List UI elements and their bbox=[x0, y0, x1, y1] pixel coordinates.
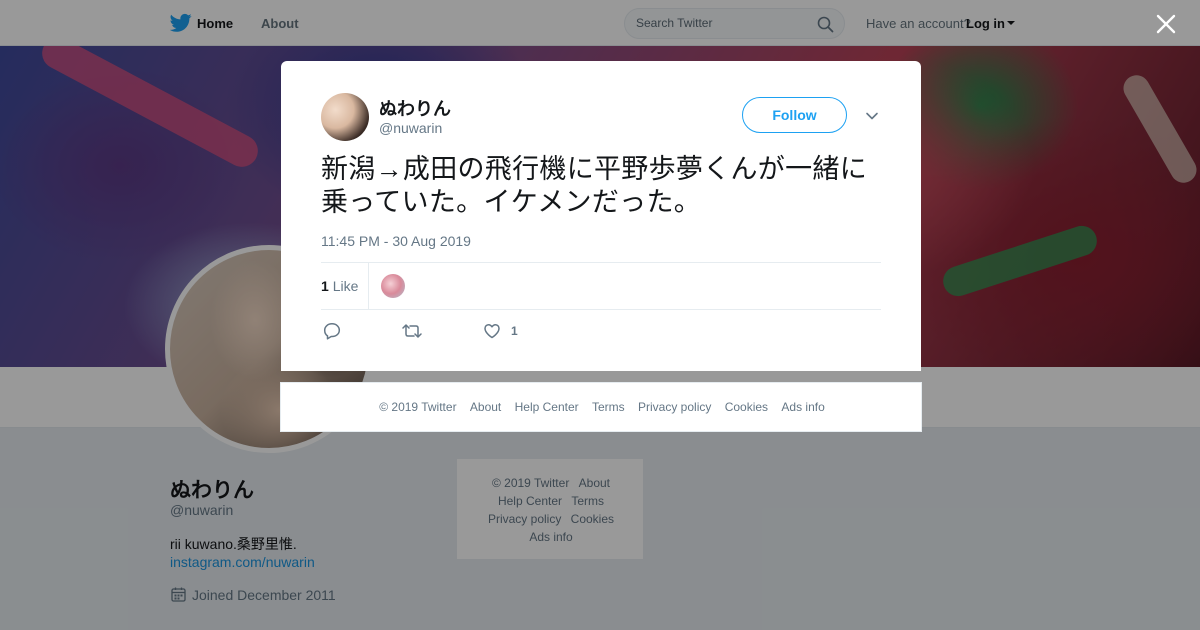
retweet-icon[interactable] bbox=[402, 322, 422, 340]
divider bbox=[321, 309, 881, 310]
like-action-count: 1 bbox=[511, 324, 518, 338]
tweet-author-handle[interactable]: @nuwarin bbox=[379, 120, 442, 136]
tweet-modal: ぬわりん @nuwarin Follow 新潟→成田の飛行機に平野歩夢くんが一緒… bbox=[281, 61, 921, 371]
footer-link-terms[interactable]: Terms bbox=[592, 400, 625, 414]
follow-button[interactable]: Follow bbox=[742, 97, 847, 133]
modal-footer: © 2019 Twitter About Help Center Terms P… bbox=[280, 382, 922, 432]
tweet-like-stat[interactable]: 1 Like bbox=[321, 278, 358, 294]
footer-link-about[interactable]: About bbox=[470, 400, 501, 414]
footer-link-privacy[interactable]: Privacy policy bbox=[638, 400, 711, 414]
tweet-text: 新潟→成田の飛行機に平野歩夢くんが一緒に乗っていた。イケメンだった。 bbox=[321, 154, 867, 217]
divider bbox=[368, 263, 369, 310]
tweet-author-avatar[interactable] bbox=[321, 93, 369, 141]
modal-footer-links: © 2019 Twitter About Help Center Terms P… bbox=[281, 400, 923, 414]
tweet-author-name[interactable]: ぬわりん bbox=[379, 95, 451, 121]
footer-link-ads-info[interactable]: Ads info bbox=[781, 400, 824, 414]
heart-icon[interactable] bbox=[483, 322, 501, 340]
footer-link-cookies[interactable]: Cookies bbox=[725, 400, 768, 414]
footer-copyright: © 2019 Twitter bbox=[379, 400, 457, 414]
tweet-like-label: Like bbox=[332, 278, 359, 294]
tweet-timestamp[interactable]: 11:45 PM - 30 Aug 2019 bbox=[321, 233, 471, 249]
footer-link-help-center[interactable]: Help Center bbox=[515, 400, 579, 414]
tweet-like-count: 1 bbox=[321, 278, 329, 294]
close-icon[interactable] bbox=[1154, 12, 1178, 36]
reply-icon[interactable] bbox=[323, 322, 341, 340]
chevron-down-icon[interactable] bbox=[865, 109, 879, 123]
liker-avatar[interactable] bbox=[381, 274, 405, 298]
divider bbox=[321, 262, 881, 263]
